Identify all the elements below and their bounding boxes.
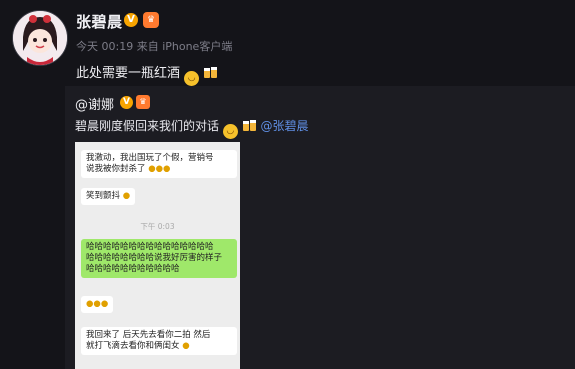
chat-message-text: 说我被你封杀了 (86, 164, 146, 174)
chat-message-line: 我回来了 后天先去看你二拍 然后 (86, 330, 211, 340)
weibo-post: 张碧晨 V ♛ 今天 00:19 来自 iPhone客户端 此处需要一瓶红酒 ◡… (0, 0, 575, 369)
chat-screenshot-image[interactable]: 我激动，我出国玩了个假，营销号 说我被你封杀了 ●●● 笑到颤抖 ● 下午 0:… (75, 142, 240, 369)
post-timestamp[interactable]: 今天 00:19 (76, 40, 133, 53)
repost-text: 碧晨刚度假回来我们的对话 ◡ @张碧晨 (75, 117, 309, 139)
vip-crown-icon[interactable]: ♛ (136, 95, 150, 109)
author-name[interactable]: 张碧晨 (76, 11, 123, 32)
post-meta: 今天 00:19 来自 iPhone客户端 (76, 38, 232, 54)
sweat-emoji-icon: ●●● (86, 299, 109, 309)
repost-card[interactable]: @谢娜 V ♛ 碧晨刚度假回来我们的对话 ◡ @张碧晨 我激动，我出国玩了个假，… (65, 86, 575, 369)
chat-message-line: 我激动，我出国玩了个假，营销号 (86, 153, 214, 163)
repost-text-content: 碧晨刚度假回来我们的对话 (75, 119, 220, 133)
post-text: 此处需要一瓶红酒 ◡ (76, 62, 218, 86)
chat-message-line: 哈哈哈哈哈哈哈哈哈哈哈哈哈哈哈 (86, 242, 214, 252)
post-text-content: 此处需要一瓶红酒 (76, 66, 181, 81)
mention-link[interactable]: @张碧晨 (261, 119, 309, 133)
chat-message: 笑到颤抖 ● (81, 188, 136, 205)
chat-message-text: 就打飞滴去看你和俩闺女 (86, 341, 180, 351)
chat-message-line: 哈哈哈哈哈哈哈哈哈哈哈 (86, 264, 180, 274)
verified-v-icon: V (120, 96, 133, 109)
chat-message: 我回来了 后天先去看你二拍 然后 就打飞滴去看你和俩闺女 ● (81, 327, 237, 355)
author-avatar[interactable] (12, 10, 68, 66)
chat-message: 我激动，我出国玩了个假，营销号 说我被你封杀了 ●●● (81, 150, 237, 178)
laughing-emoji-icon: ◡ (222, 124, 238, 139)
smile-emoji-icon: ● (182, 341, 190, 351)
smile-emoji-icon: ● (122, 191, 131, 201)
cheers-emoji-icon (242, 118, 257, 133)
chat-message-line: 就打飞滴去看你和俩闺女 ● (86, 341, 232, 352)
laughing-emoji-icon: ◡ (184, 71, 200, 86)
cheers-emoji-icon (203, 65, 218, 80)
vip-crown-icon[interactable]: ♛ (143, 12, 159, 28)
verified-v-icon: V (124, 13, 138, 27)
sweat-emoji-icon: ●●● (148, 164, 171, 174)
chat-message-line: 说我被你封杀了 ●●● (86, 164, 232, 175)
chat-message-text: 笑到颤抖 (86, 191, 121, 201)
repost-author[interactable]: @谢娜 (75, 94, 114, 113)
chat-message-line: 哈哈哈哈哈哈哈哈说我好厉害的样子 (86, 253, 223, 263)
chat-timestamp: 下午 0:03 (140, 222, 175, 231)
chat-message: ●●● (81, 296, 114, 313)
chat-message: 哈哈哈哈哈哈哈哈哈哈哈哈哈哈哈 哈哈哈哈哈哈哈哈说我好厉害的样子 哈哈哈哈哈哈哈… (81, 239, 237, 278)
post-source: 来自 iPhone客户端 (136, 40, 233, 53)
